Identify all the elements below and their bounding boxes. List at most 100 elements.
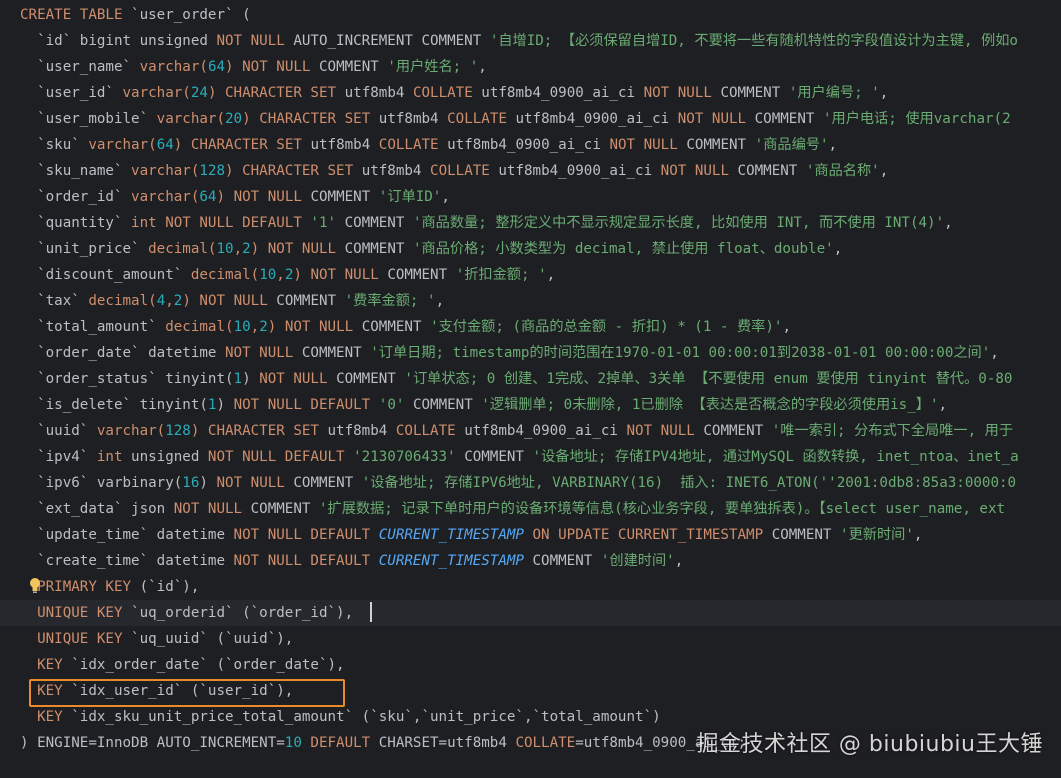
code-token: 128: [165, 423, 191, 439]
code-token: utf8mb4: [344, 85, 413, 101]
code-token: varchar(: [131, 189, 200, 205]
code-line[interactable]: CREATE TABLE `user_order` (: [0, 2, 1061, 28]
code-line[interactable]: `id` bigint unsigned NOT NULL AUTO_INCRE…: [0, 28, 1061, 54]
lightbulb-icon[interactable]: [28, 577, 42, 595]
code-token: COMMENT: [532, 553, 601, 569]
code-token: ) NOT NULL: [182, 293, 277, 309]
code-token: ,: [782, 319, 791, 335]
code-token: COLLATE: [378, 137, 448, 153]
code-token: NOT NULL: [626, 423, 704, 439]
code-token: COLLATE: [515, 735, 576, 751]
code-token: KEY: [20, 657, 72, 673]
code-token: COMMENT: [310, 189, 379, 205]
code-token: COMMENT: [464, 449, 533, 465]
code-token: (`id`),: [139, 579, 200, 595]
code-line[interactable]: PRIMARY KEY (`id`),: [0, 574, 1061, 600]
code-token: `is_delete` tinyint(: [20, 397, 208, 413]
code-line[interactable]: `order_status` tinyint(1) NOT NULL COMME…: [0, 366, 1061, 392]
code-token: NOT NULL: [660, 163, 738, 179]
code-token: ): [199, 475, 217, 491]
code-line[interactable]: `user_name` varchar(64) NOT NULL COMMENT…: [0, 54, 1061, 80]
code-token: '唯一索引; 分布式下全局唯一, 用于: [771, 423, 1014, 439]
code-token: '自增ID; 【必须保留自增ID, 不要将一些有随机特性的字段值设计为主键, 例…: [489, 33, 1018, 49]
code-token: utf8mb4: [361, 163, 431, 179]
code-token: '逻辑删单; 0未删除, 1已删除 【表达是否概念的字段必须使用is_】': [481, 397, 939, 413]
code-token: '支付金额; (商品的总金额 - 折扣) * (1 - 费率)': [430, 319, 783, 335]
code-token: '用户姓名; ': [387, 59, 479, 75]
code-token: `order_status` tinyint(: [20, 371, 234, 387]
code-token: decimal(: [148, 241, 217, 257]
code-token: COMMENT: [319, 59, 388, 75]
code-token: ) CHARACTER SET: [207, 85, 345, 101]
code-token: NOT NULL: [173, 501, 251, 517]
code-token: COMMENT: [336, 371, 405, 387]
code-token: int NOT NULL DEFAULT: [131, 215, 311, 231]
sql-code-editor[interactable]: CREATE TABLE `user_order` ( `id` bigint …: [0, 0, 1061, 778]
code-line[interactable]: `update_time` datetime NOT NULL DEFAULT …: [0, 522, 1061, 548]
code-token: NOT NULL: [225, 345, 302, 361]
code-token: ,: [478, 59, 487, 75]
code-line[interactable]: `unit_price` decimal(10,2) NOT NULL COMM…: [0, 236, 1061, 262]
code-token: COMMENT: [737, 163, 806, 179]
code-token: ): [242, 371, 260, 387]
code-token: '订单日期; timestamp的时间范围在1970-01-01 00:00:0…: [370, 345, 991, 361]
code-line[interactable]: `quantity` int NOT NULL DEFAULT '1' COMM…: [0, 210, 1061, 236]
code-token: COMMENT: [301, 345, 371, 361]
code-line[interactable]: `order_id` varchar(64) NOT NULL COMMENT …: [0, 184, 1061, 210]
code-token: '用户编号; ': [788, 85, 880, 101]
code-line[interactable]: `order_date` datetime NOT NULL COMMENT '…: [0, 340, 1061, 366]
code-token: `sku_name`: [20, 163, 132, 179]
code-line[interactable]: UNIQUE KEY `uq_uuid` (`uuid`),: [0, 626, 1061, 652]
code-token: utf8mb4_0900_ai_ci: [481, 85, 644, 101]
code-token: ) NOT NULL: [216, 189, 311, 205]
code-token: `uq_uuid` (`uuid`),: [131, 631, 294, 647]
code-line[interactable]: `uuid` varchar(128) CHARACTER SET utf8mb…: [0, 418, 1061, 444]
code-token: decimal(: [165, 319, 234, 335]
code-token: NOT NULL: [643, 85, 721, 101]
code-line[interactable]: `sku` varchar(64) CHARACTER SET utf8mb4 …: [0, 132, 1061, 158]
code-token: decimal(: [190, 267, 260, 283]
code-token: ,: [165, 293, 174, 309]
code-token: ,: [879, 163, 889, 179]
code-token: ,: [276, 267, 285, 283]
code-token: `update_time` datetime: [20, 527, 234, 543]
code-line[interactable]: `ipv4` int unsigned NOT NULL DEFAULT '21…: [0, 444, 1061, 470]
code-line[interactable]: UNIQUE KEY `uq_orderid` (`order_id`),: [0, 600, 1061, 626]
code-token: utf8mb4_0900_ai_ci: [464, 423, 627, 439]
code-token: COLLATE: [447, 111, 516, 127]
code-token: varchar(: [96, 423, 166, 439]
code-token: `user_id`: [20, 85, 123, 101]
code-line[interactable]: `create_time` datetime NOT NULL DEFAULT …: [0, 548, 1061, 574]
code-line[interactable]: `user_id` varchar(24) CHARACTER SET utf8…: [0, 80, 1061, 106]
code-token: `user_name`: [20, 59, 140, 75]
code-token: COLLATE: [430, 163, 499, 179]
highlighted-line-box: [29, 679, 345, 707]
code-token: ) NOT NULL: [267, 319, 362, 335]
code-token: COMMENT: [344, 241, 413, 257]
code-token: COMMENT: [412, 397, 482, 413]
code-line[interactable]: `user_mobile` varchar(20) CHARACTER SET …: [0, 106, 1061, 132]
code-token: `uq_orderid` (`order_id`),: [131, 605, 354, 621]
code-token: ) CHARACTER SET: [190, 423, 328, 439]
code-line[interactable]: KEY `idx_order_date` (`order_date`),: [0, 652, 1061, 678]
code-token: '设备地址; 存储IPV6地址, VARBINARY(16) 插入: INET6…: [361, 475, 1017, 491]
code-token: 64: [207, 59, 226, 75]
code-token: ,: [879, 85, 889, 101]
code-line[interactable]: `is_delete` tinyint(1) NOT NULL DEFAULT …: [0, 392, 1061, 418]
code-line[interactable]: `total_amount` decimal(10,2) NOT NULL CO…: [0, 314, 1061, 340]
code-token: '订单状态; 0 创建、1完成、2掉单、3关单 【不要使用 enum 要使用 t…: [404, 371, 1013, 387]
code-token: '商品名称': [805, 163, 880, 179]
code-token: `id` bigint unsigned: [20, 33, 217, 49]
code-line[interactable]: `sku_name` varchar(128) CHARACTER SET ut…: [0, 158, 1061, 184]
code-line[interactable]: `ipv6` varbinary(16) NOT NULL COMMENT '设…: [0, 470, 1061, 496]
code-token: ) ENGINE=InnoDB AUTO_INCREMENT=: [20, 735, 285, 751]
code-token: '2130706433': [353, 449, 465, 465]
code-line[interactable]: `tax` decimal(4,2) NOT NULL COMMENT '费率金…: [0, 288, 1061, 314]
code-line[interactable]: `ext_data` json NOT NULL COMMENT '扩展数据; …: [0, 496, 1061, 522]
code-line[interactable]: `discount_amount` decimal(10,2) NOT NULL…: [0, 262, 1061, 288]
code-token: COMMENT: [276, 293, 345, 309]
code-token: `total_amount`: [20, 319, 166, 335]
code-token: `unit_price`: [20, 241, 149, 257]
code-token: ,: [233, 241, 243, 257]
code-token: COLLATE: [412, 85, 482, 101]
